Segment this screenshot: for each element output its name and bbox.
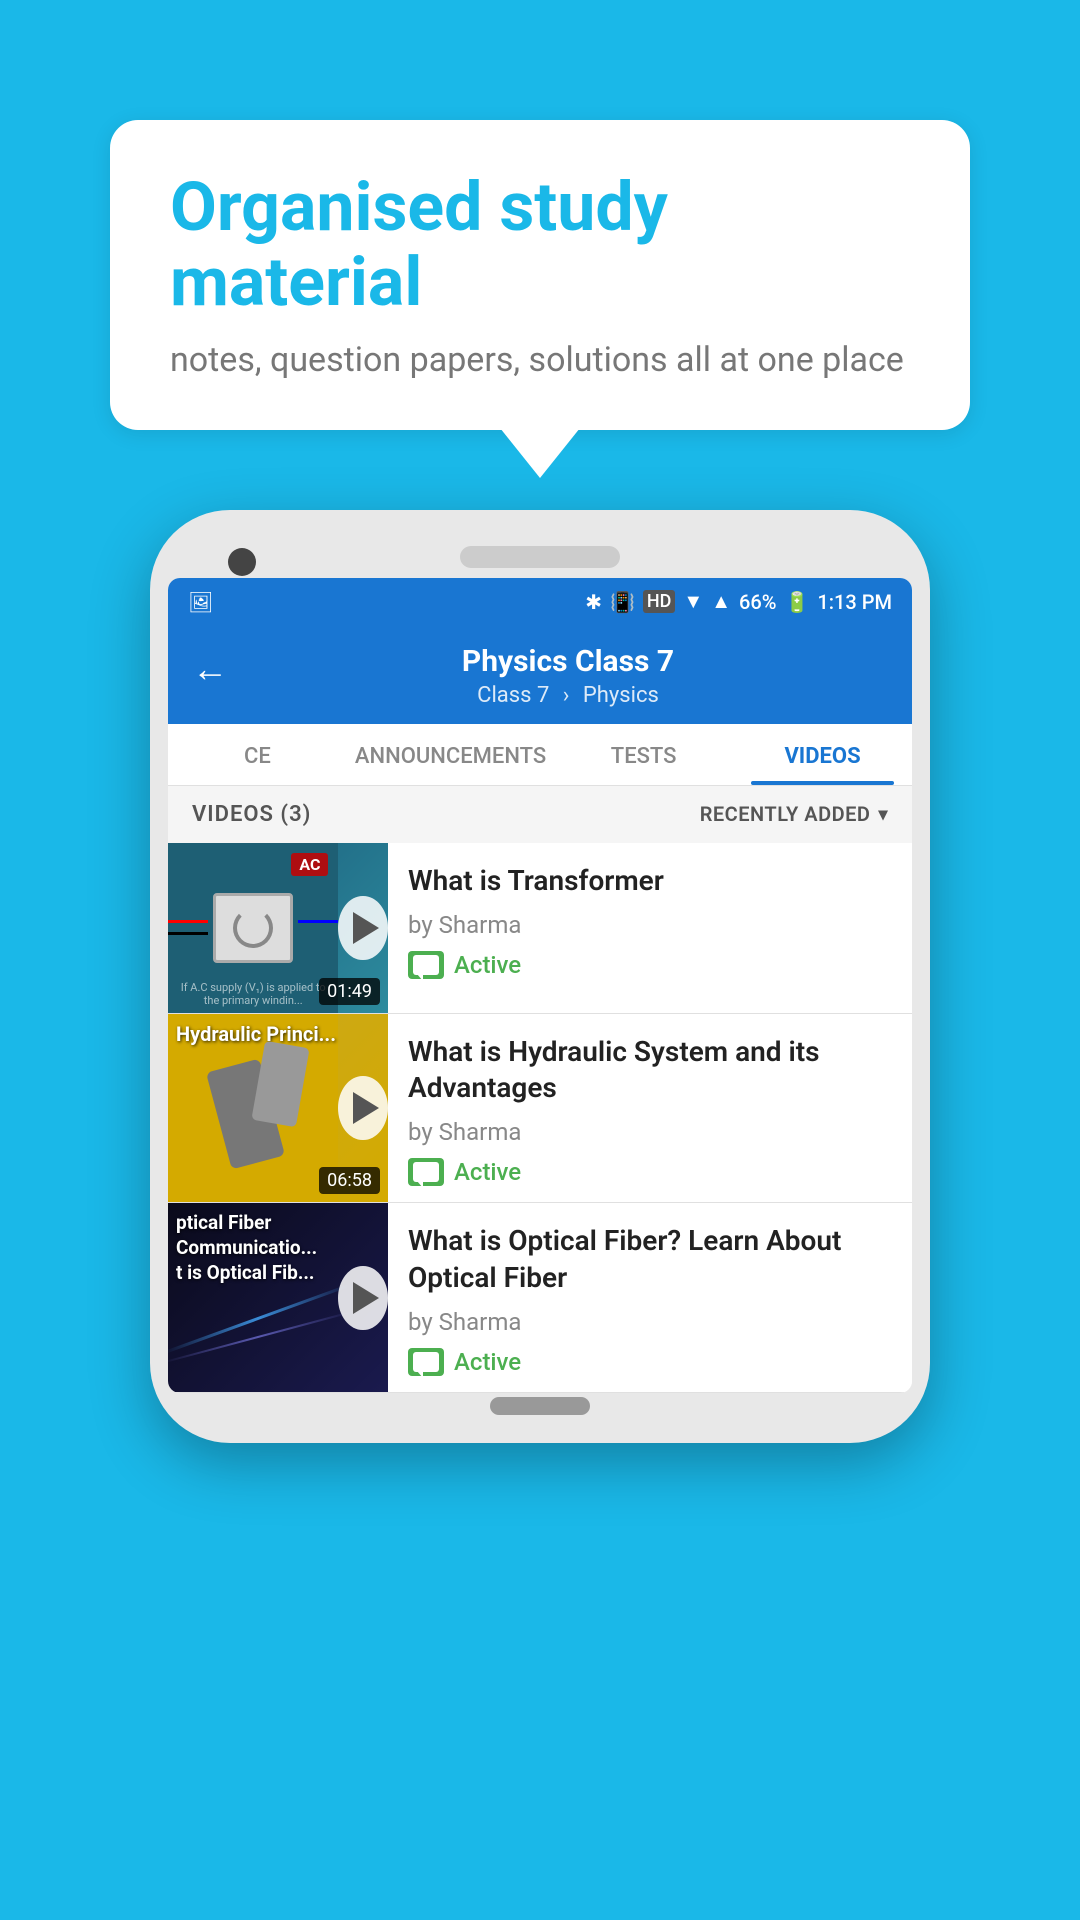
tab-videos[interactable]: VIDEOS xyxy=(733,724,912,785)
status-text-1: Active xyxy=(454,951,521,979)
chat-bubble-icon-2 xyxy=(413,1162,439,1182)
status-bar-left: 🖼 xyxy=(188,590,213,614)
status-bar: 🖼 ✱ 📳 HD ▼ ▲ 66% 🔋 1:13 PM xyxy=(168,578,912,626)
video-status-3: Active xyxy=(408,1348,892,1376)
speech-bubble-arrow xyxy=(500,428,580,478)
hydraulic-graphic: Hydraulic Princi... xyxy=(168,1014,338,1203)
status-chat-icon-3 xyxy=(408,1348,444,1376)
video-info-2: What is Hydraulic System and its Advanta… xyxy=(388,1014,912,1203)
wifi-icon: ▼ xyxy=(683,589,703,614)
app-bar-title-section: Physics Class 7 Class 7 › Physics xyxy=(248,644,888,708)
video-thumbnail-optical: ptical Fiber Communicatio...t is Optical… xyxy=(168,1203,388,1392)
video-author-1: by Sharma xyxy=(408,911,892,939)
speech-bubble-subtitle: notes, question papers, solutions all at… xyxy=(170,340,910,380)
breadcrumb-class: Class 7 xyxy=(477,683,549,708)
optical-title-overlay: ptical Fiber Communicatio...t is Optical… xyxy=(176,1211,330,1285)
phone-top-bar xyxy=(168,528,912,578)
videos-count: VIDEOS (3) xyxy=(192,802,311,827)
play-button-2[interactable] xyxy=(338,1076,388,1140)
tab-announcements[interactable]: ANNOUNCEMENTS xyxy=(347,724,554,785)
transformer-coil-icon xyxy=(233,908,273,948)
video-info-3: What is Optical Fiber? Learn About Optic… xyxy=(388,1203,912,1392)
optical-graphic: ptical Fiber Communicatio...t is Optical… xyxy=(168,1203,338,1392)
play-button-1[interactable] xyxy=(338,896,388,960)
phone-speaker xyxy=(460,546,620,568)
phone-frame: 🖼 ✱ 📳 HD ▼ ▲ 66% 🔋 1:13 PM ← Physics Cla… xyxy=(150,510,930,1444)
wire-left xyxy=(168,920,208,923)
back-button[interactable]: ← xyxy=(192,648,228,690)
app-title: Physics Class 7 xyxy=(248,644,888,679)
status-chat-icon-2 xyxy=(408,1158,444,1186)
speech-bubble-title: Organised study material xyxy=(170,170,910,320)
tabs-container: CE ANNOUNCEMENTS TESTS VIDEOS xyxy=(168,724,912,786)
video-title-1: What is Transformer xyxy=(408,863,892,899)
bluetooth-icon: ✱ xyxy=(585,590,602,614)
video-author-2: by Sharma xyxy=(408,1118,892,1146)
video-item[interactable]: AC If A.C supply (V₁) is applied to the … xyxy=(168,843,912,1014)
phone-screen: 🖼 ✱ 📳 HD ▼ ▲ 66% 🔋 1:13 PM ← Physics Cla… xyxy=(168,578,912,1394)
vibrate-icon: 📳 xyxy=(610,590,635,614)
speech-bubble-section: Organised study material notes, question… xyxy=(110,120,970,430)
video-author-3: by Sharma xyxy=(408,1308,892,1336)
video-duration-1: 01:49 xyxy=(319,978,380,1005)
video-duration-2: 06:58 xyxy=(319,1167,380,1194)
pipe-graphic-2 xyxy=(251,1040,309,1127)
tab-ce[interactable]: CE xyxy=(168,724,347,785)
sort-filter-button[interactable]: RECENTLY ADDED ▾ xyxy=(700,802,888,826)
video-item-3[interactable]: ptical Fiber Communicatio...t is Optical… xyxy=(168,1203,912,1393)
notification-icon: 🖼 xyxy=(188,590,213,614)
videos-header: VIDEOS (3) RECENTLY ADDED ▾ xyxy=(168,786,912,843)
video-status-2: Active xyxy=(408,1158,892,1186)
breadcrumb: Class 7 › Physics xyxy=(248,683,888,708)
ac-label: AC xyxy=(291,853,328,876)
wire-right xyxy=(298,920,338,923)
battery-percent: 66% xyxy=(739,590,776,614)
clock: 1:13 PM xyxy=(817,590,892,614)
video-item-2[interactable]: Hydraulic Princi... 06:58 What is Hydrau… xyxy=(168,1014,912,1204)
phone-wrapper: 🖼 ✱ 📳 HD ▼ ▲ 66% 🔋 1:13 PM ← Physics Cla… xyxy=(150,510,930,1444)
play-icon-3 xyxy=(353,1282,379,1314)
breadcrumb-subject: Physics xyxy=(583,683,659,708)
chevron-down-icon: ▾ xyxy=(878,804,888,825)
tab-tests[interactable]: TESTS xyxy=(554,724,733,785)
hd-badge: HD xyxy=(643,590,676,613)
phone-camera-icon xyxy=(228,548,256,576)
transformer-graphic: AC If A.C supply (V₁) is applied to the … xyxy=(168,843,338,1013)
app-bar: ← Physics Class 7 Class 7 › Physics xyxy=(168,626,912,724)
ac-supply-text: If A.C supply (V₁) is applied to the pri… xyxy=(168,981,338,1007)
breadcrumb-separator: › xyxy=(563,683,570,708)
video-thumbnail-hydraulic: Hydraulic Princi... 06:58 xyxy=(168,1014,388,1203)
play-icon-1 xyxy=(353,912,379,944)
status-bar-right: ✱ 📳 HD ▼ ▲ 66% 🔋 1:13 PM xyxy=(585,589,892,614)
play-button-3[interactable] xyxy=(338,1266,388,1330)
phone-home-button xyxy=(490,1397,590,1415)
hydraulic-title-overlay: Hydraulic Princi... xyxy=(176,1022,336,1046)
status-chat-icon-1 xyxy=(408,951,444,979)
chat-bubble-icon-1 xyxy=(413,955,439,975)
chat-bubble-icon-3 xyxy=(413,1352,439,1372)
wire-left2 xyxy=(168,932,208,935)
video-title-2: What is Hydraulic System and its Advanta… xyxy=(408,1034,892,1107)
video-info-1: What is Transformer by Sharma Active xyxy=(388,843,912,1013)
sort-label: RECENTLY ADDED xyxy=(700,802,871,826)
status-text-3: Active xyxy=(454,1348,521,1376)
play-icon-2 xyxy=(353,1092,379,1124)
battery-icon: 🔋 xyxy=(784,590,809,614)
status-text-2: Active xyxy=(454,1158,521,1186)
video-thumbnail-transformer: AC If A.C supply (V₁) is applied to the … xyxy=(168,843,388,1013)
video-status-1: Active xyxy=(408,951,892,979)
transformer-box xyxy=(213,893,293,963)
speech-bubble: Organised study material notes, question… xyxy=(110,120,970,430)
signal-icon: ▲ xyxy=(711,589,731,614)
video-title-3: What is Optical Fiber? Learn About Optic… xyxy=(408,1223,892,1296)
